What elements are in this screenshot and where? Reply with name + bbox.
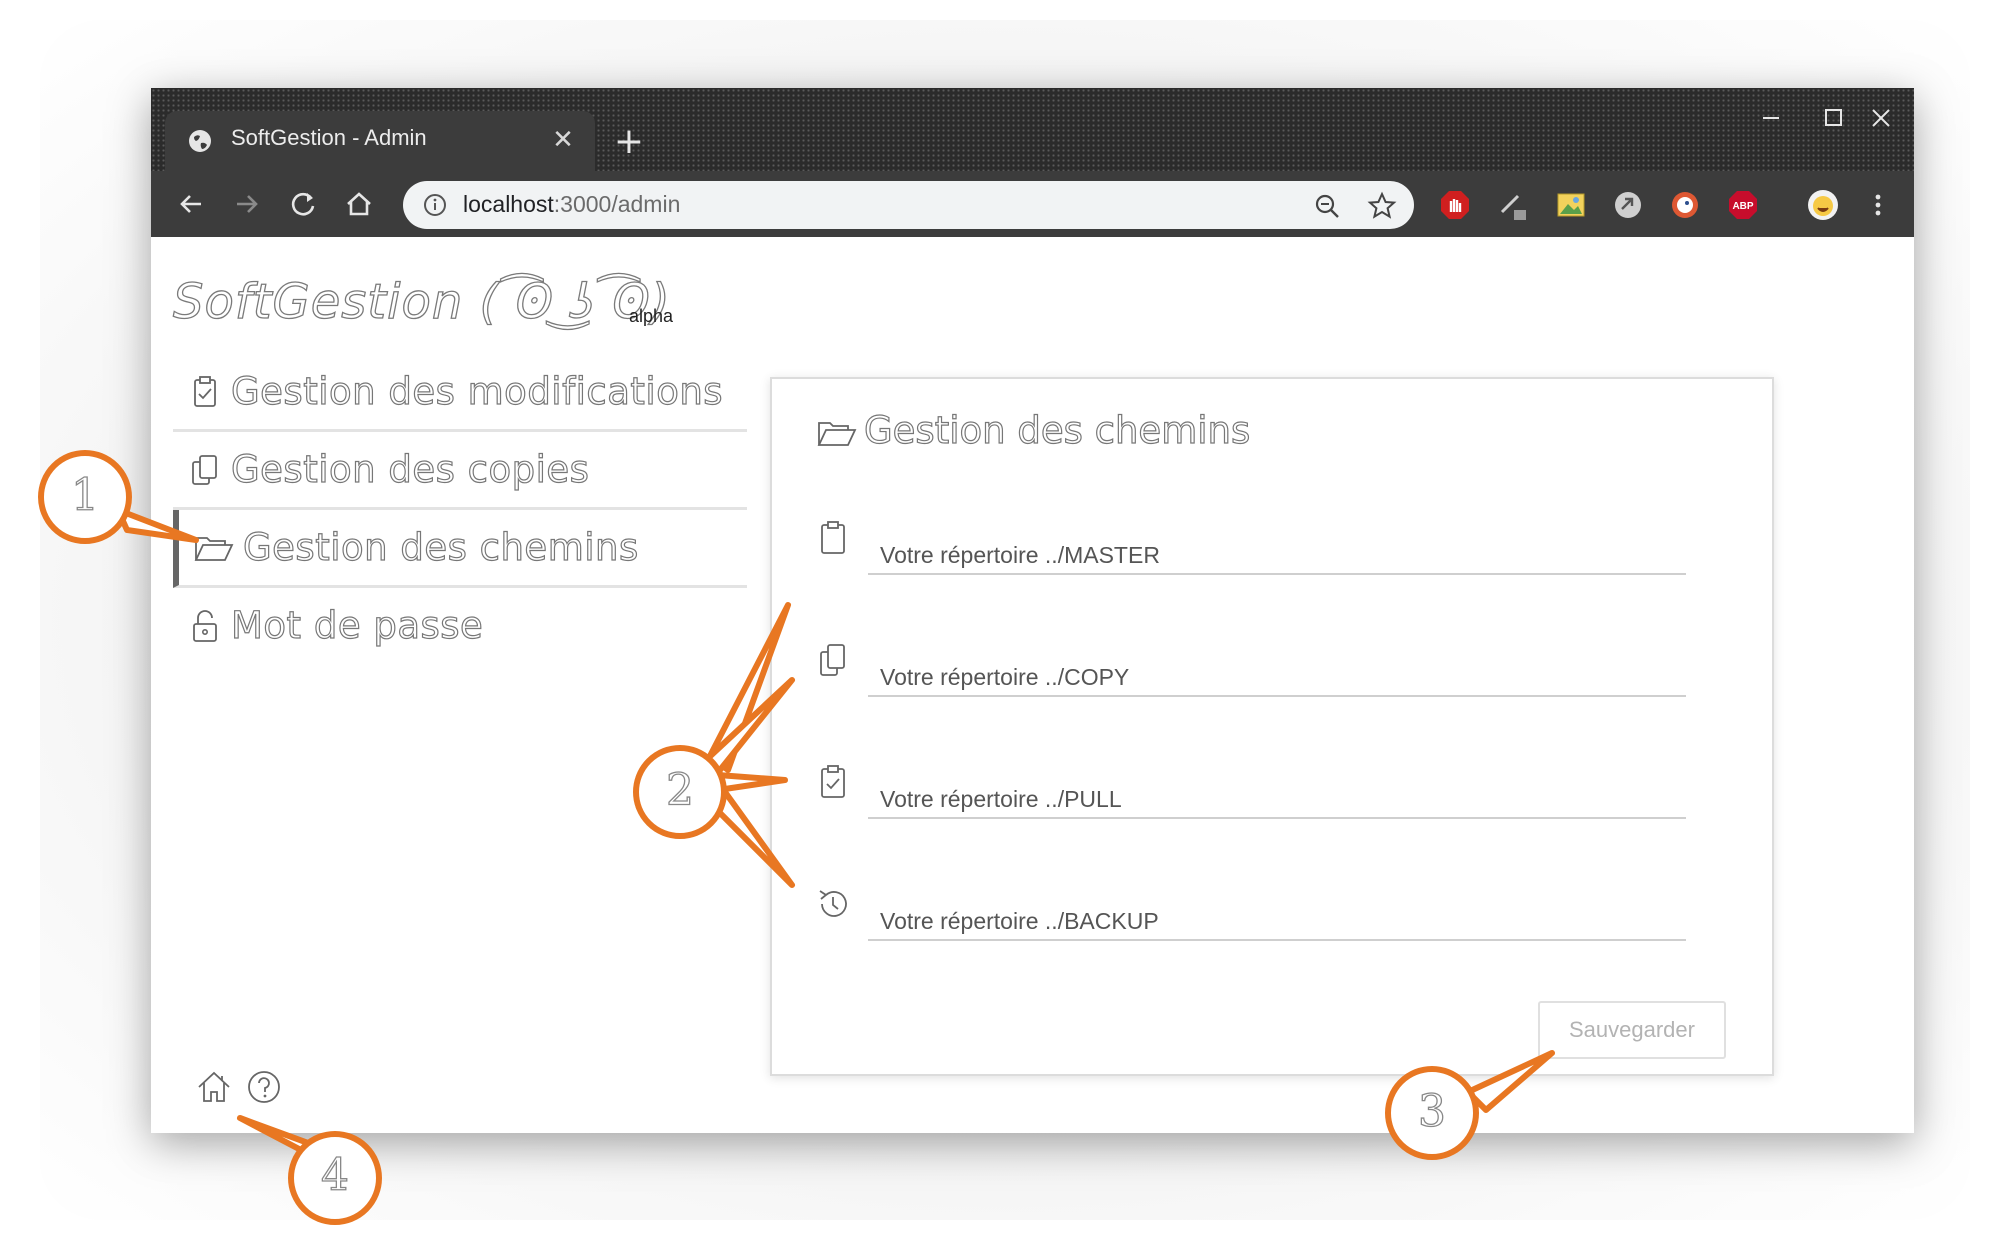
callout-2: 2	[665, 764, 694, 816]
adblock-plus-icon[interactable]: ABP	[1726, 188, 1760, 222]
duckduckgo-icon[interactable]	[1668, 188, 1702, 222]
app-logo: SoftGestion ( ͡ʘ ͜ʖ ͡ʘ)	[172, 273, 671, 330]
unlock-icon	[193, 609, 217, 642]
copy-path-input[interactable]	[868, 641, 1686, 697]
clipboard-icon	[821, 521, 845, 554]
bookmark-star-icon[interactable]	[1367, 191, 1397, 221]
panel-title: Gestion des chemins	[863, 408, 1251, 452]
sidebar: Gestion des modifications Gestion des co…	[173, 354, 747, 663]
sidebar-item-chemins[interactable]: Gestion des chemins	[173, 510, 747, 588]
browser-tab[interactable]: SoftGestion - Admin ✕	[165, 111, 595, 171]
url-text[interactable]: localhost:3000/admin	[463, 191, 680, 218]
block-extension-icon[interactable]	[1438, 188, 1472, 222]
link-extension-icon[interactable]	[1611, 188, 1645, 222]
folder-open-icon	[817, 422, 857, 446]
address-bar[interactable]: localhost:3000/admin	[403, 181, 1414, 229]
pull-path-input[interactable]	[868, 763, 1686, 819]
clipboard-check-icon	[821, 765, 845, 798]
history-icon	[819, 890, 847, 917]
avatar[interactable]	[1806, 188, 1840, 222]
pen-extension-icon[interactable]	[1496, 188, 1530, 222]
sidebar-item-copies[interactable]: Gestion des copies	[173, 432, 747, 510]
url-host: localhost	[463, 191, 554, 217]
callout-3: 3	[1417, 1085, 1446, 1137]
browser-toolbar: localhost:3000/admin ABP	[151, 171, 1914, 237]
svg-text:ABP: ABP	[1732, 201, 1753, 212]
sidebar-item-label: Gestion des chemins	[242, 525, 639, 569]
clipboard-check-icon	[194, 375, 216, 407]
tab-title: SoftGestion - Admin	[231, 125, 427, 150]
save-button[interactable]: Sauvegarder	[1538, 1001, 1726, 1059]
alpha-badge: alpha	[629, 306, 674, 326]
home-icon[interactable]	[195, 1068, 233, 1106]
folder-open-icon	[194, 536, 234, 561]
back-icon[interactable]	[171, 184, 211, 224]
home-nav-icon[interactable]	[339, 184, 379, 224]
forward-icon[interactable]	[227, 184, 267, 224]
zoom-icon[interactable]	[1313, 192, 1341, 220]
sidebar-item-label: Gestion des modifications	[230, 369, 724, 413]
backup-path-input[interactable]	[868, 885, 1686, 941]
copy-icon	[820, 644, 845, 676]
sidebar-item-password[interactable]: Mot de passe	[173, 588, 747, 663]
image-extension-icon[interactable]	[1554, 188, 1588, 222]
new-tab-button[interactable]: +	[611, 124, 647, 160]
paths-panel: Gestion des chemins Sauvegarder	[770, 377, 1774, 1076]
sidebar-item-label: Gestion des copies	[230, 447, 590, 491]
reload-icon[interactable]	[283, 184, 323, 224]
master-path-input[interactable]	[868, 519, 1686, 575]
sidebar-item-modifications[interactable]: Gestion des modifications	[173, 354, 747, 432]
browser-window: SoftGestion - Admin ✕ + localhost:3000/a…	[151, 88, 1914, 1133]
title-bar: SoftGestion - Admin ✕ +	[151, 88, 1914, 171]
globe-icon	[189, 130, 211, 152]
callout-1: 1	[70, 469, 99, 521]
minimize-icon[interactable]	[1741, 96, 1801, 140]
menu-dots-icon[interactable]	[1861, 188, 1895, 222]
close-window-icon[interactable]	[1851, 96, 1911, 140]
callout-4: 4	[320, 1149, 349, 1201]
info-icon[interactable]	[423, 193, 447, 217]
sidebar-item-label: Mot de passe	[230, 603, 484, 647]
copy-icon	[192, 454, 217, 485]
url-path: :3000/admin	[553, 191, 681, 217]
help-icon[interactable]	[245, 1068, 283, 1106]
tab-close-icon[interactable]: ✕	[549, 126, 577, 154]
